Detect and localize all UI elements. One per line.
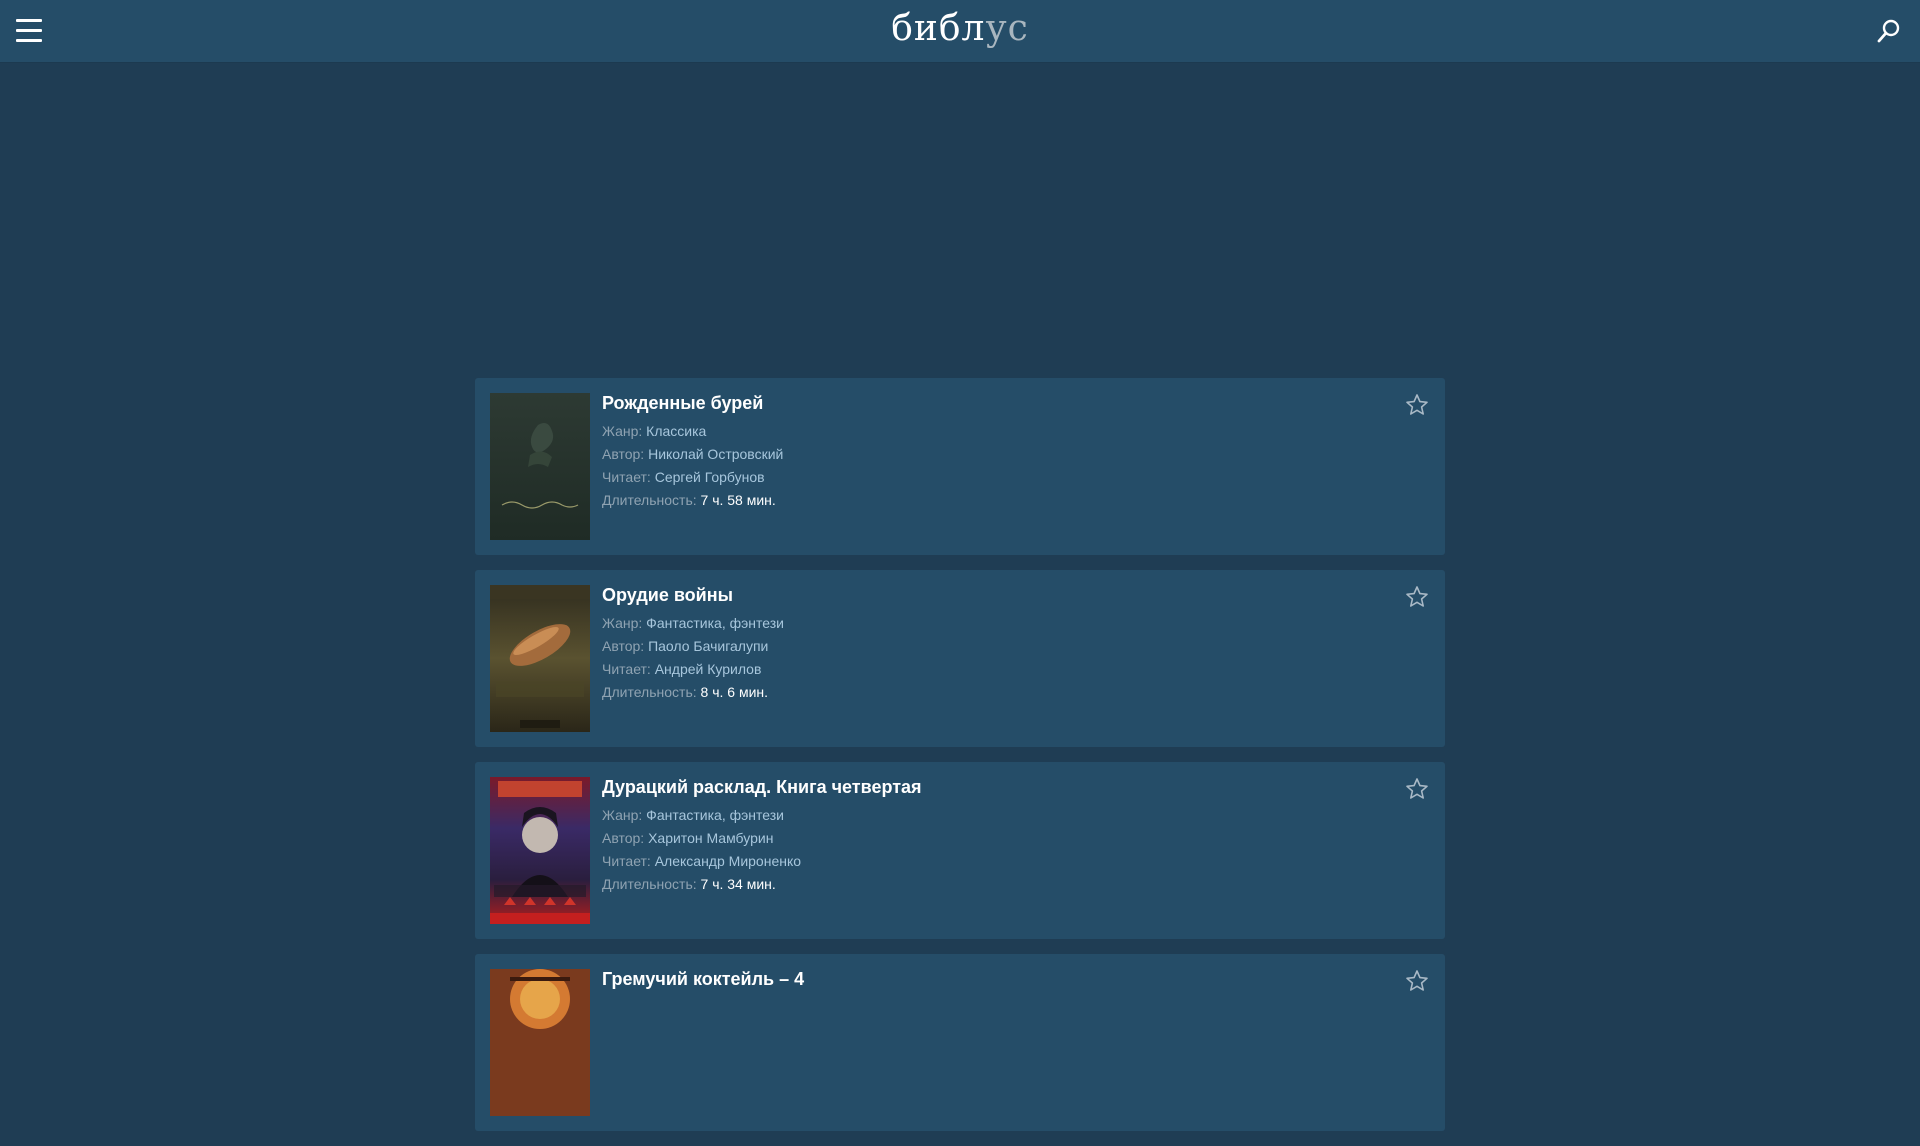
logo-text-part2: ус bbox=[985, 8, 1029, 49]
reader-label: Читает: bbox=[602, 853, 651, 869]
book-title-link[interactable]: Рожденные бурей bbox=[602, 392, 1385, 414]
book-cover-image[interactable] bbox=[490, 585, 590, 732]
duration-value: 8 ч. 6 мин. bbox=[700, 684, 769, 700]
duration-value: 7 ч. 34 мин. bbox=[700, 876, 776, 892]
book-title-link[interactable]: Гремучий коктейль – 4 bbox=[602, 968, 1385, 990]
duration-row: Длительность: 7 ч. 58 мин. bbox=[602, 489, 1385, 512]
genre-link[interactable]: Фантастика, фэнтези bbox=[646, 615, 784, 631]
logo-text-part1: библ bbox=[891, 8, 986, 49]
genre-link[interactable]: Фантастика, фэнтези bbox=[646, 807, 784, 823]
author-link[interactable]: Харитон Мамбурин bbox=[648, 830, 773, 846]
duration-label: Длительность: bbox=[602, 492, 697, 508]
favorite-star-icon[interactable] bbox=[1405, 585, 1429, 609]
book-card: Дурацкий расклад. Книга четвертая Жанр: … bbox=[475, 762, 1445, 939]
book-info: Рожденные бурей Жанр: Классика Автор: Ни… bbox=[602, 392, 1385, 512]
site-logo[interactable]: библус bbox=[0, 8, 1920, 49]
duration-row: Длительность: 8 ч. 6 мин. bbox=[602, 681, 1385, 704]
genre-row: Жанр: Классика bbox=[602, 420, 1385, 443]
book-title-link[interactable]: Орудие войны bbox=[602, 584, 1385, 606]
genre-link[interactable]: Классика bbox=[646, 423, 706, 439]
book-card: Орудие войны Жанр: Фантастика, фэнтези А… bbox=[475, 570, 1445, 747]
book-card: Гремучий коктейль – 4 bbox=[475, 954, 1445, 1131]
book-info: Гремучий коктейль – 4 bbox=[602, 968, 1385, 996]
author-label: Автор: bbox=[602, 638, 645, 654]
author-label: Автор: bbox=[602, 446, 645, 462]
author-row: Автор: Харитон Мамбурин bbox=[602, 827, 1385, 850]
search-icon[interactable] bbox=[1876, 18, 1902, 44]
audiobook-list: Рожденные бурей Жанр: Классика Автор: Ни… bbox=[475, 378, 1445, 1146]
favorite-star-icon[interactable] bbox=[1405, 777, 1429, 801]
author-row: Автор: Николай Островский bbox=[602, 443, 1385, 466]
duration-label: Длительность: bbox=[602, 876, 697, 892]
genre-row: Жанр: Фантастика, фэнтези bbox=[602, 612, 1385, 635]
reader-label: Читает: bbox=[602, 469, 651, 485]
book-title-link[interactable]: Дурацкий расклад. Книга четвертая bbox=[602, 776, 1385, 798]
top-bar: библус bbox=[0, 0, 1920, 63]
duration-row: Длительность: 7 ч. 34 мин. bbox=[602, 873, 1385, 896]
author-link[interactable]: Паоло Бачигалупи bbox=[648, 638, 768, 654]
duration-label: Длительность: bbox=[602, 684, 697, 700]
book-card: Рожденные бурей Жанр: Классика Автор: Ни… bbox=[475, 378, 1445, 555]
duration-value: 7 ч. 58 мин. bbox=[700, 492, 776, 508]
reader-label: Читает: bbox=[602, 661, 651, 677]
favorite-star-icon[interactable] bbox=[1405, 393, 1429, 417]
reader-link[interactable]: Сергей Горбунов bbox=[655, 469, 765, 485]
author-label: Автор: bbox=[602, 830, 645, 846]
favorite-star-icon[interactable] bbox=[1405, 969, 1429, 993]
book-cover-image[interactable] bbox=[490, 969, 590, 1116]
genre-row: Жанр: Фантастика, фэнтези bbox=[602, 804, 1385, 827]
reader-row: Читает: Сергей Горбунов bbox=[602, 466, 1385, 489]
genre-label: Жанр: bbox=[602, 807, 643, 823]
author-link[interactable]: Николай Островский bbox=[648, 446, 783, 462]
reader-link[interactable]: Андрей Курилов bbox=[655, 661, 762, 677]
book-info: Орудие войны Жанр: Фантастика, фэнтези А… bbox=[602, 584, 1385, 704]
genre-label: Жанр: bbox=[602, 615, 643, 631]
reader-row: Читает: Александр Мироненко bbox=[602, 850, 1385, 873]
author-row: Автор: Паоло Бачигалупи bbox=[602, 635, 1385, 658]
reader-row: Читает: Андрей Курилов bbox=[602, 658, 1385, 681]
genre-label: Жанр: bbox=[602, 423, 643, 439]
book-cover-image[interactable] bbox=[490, 393, 590, 540]
book-cover-image[interactable] bbox=[490, 777, 590, 924]
book-info: Дурацкий расклад. Книга четвертая Жанр: … bbox=[602, 776, 1385, 896]
reader-link[interactable]: Александр Мироненко bbox=[655, 853, 801, 869]
